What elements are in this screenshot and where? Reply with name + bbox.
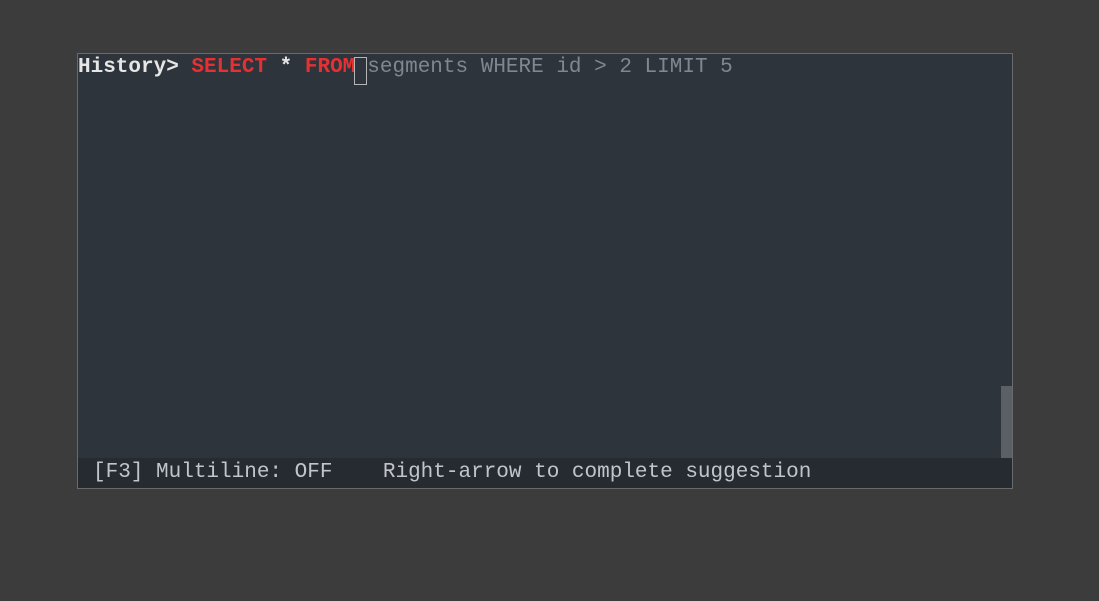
sql-keyword-from: FROM — [305, 56, 355, 79]
cursor — [354, 57, 367, 85]
status-gap — [332, 461, 382, 484]
terminal-content[interactable]: History> SELECT * FROM segments WHERE id … — [78, 54, 1012, 458]
input-line[interactable]: History> SELECT * FROM segments WHERE id … — [78, 54, 733, 82]
autocomplete-suggestion: segments WHERE id > 2 LIMIT 5 — [367, 56, 732, 79]
sql-star: * — [280, 56, 293, 79]
sql-sep — [267, 56, 280, 79]
sql-sep — [292, 56, 305, 79]
status-bar: [F3] Multiline: OFF Right-arrow to compl… — [78, 458, 1012, 488]
terminal-window: History> SELECT * FROM segments WHERE id … — [77, 53, 1013, 489]
sql-keyword-select: SELECT — [191, 56, 267, 79]
prompt-label: History> — [78, 56, 191, 79]
scrollbar-thumb[interactable] — [1001, 386, 1012, 458]
completion-hint: Right-arrow to complete suggestion — [383, 461, 811, 484]
multiline-status: [F3] Multiline: OFF — [93, 461, 332, 484]
